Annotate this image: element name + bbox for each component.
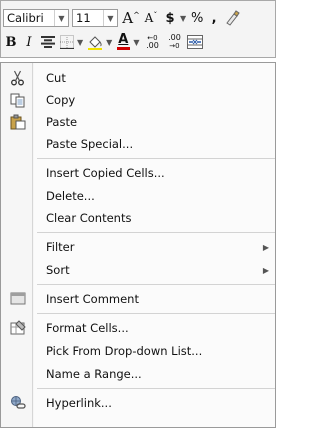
menu-item-insert-comment[interactable]: Insert Comment: [1, 288, 275, 310]
menu-item-label: Delete...: [46, 189, 95, 203]
fill-color-icon: [88, 36, 103, 50]
menu-item-sort[interactable]: Sort ▶: [1, 259, 275, 281]
menu-item-label: Paste Special...: [46, 137, 134, 151]
font-color-label: A: [118, 32, 129, 47]
font-color-swatch: [116, 47, 130, 50]
menu-separator: [37, 232, 275, 233]
copy-icon: [9, 91, 27, 109]
font-size-value: 11: [76, 11, 91, 25]
font-color-button[interactable]: A: [115, 32, 131, 52]
menu-item-label: Pick From Drop-down List...: [46, 344, 203, 358]
menu-item-label: Insert Copied Cells...: [46, 166, 165, 180]
bold-button[interactable]: B: [3, 32, 19, 52]
menu-item-filter[interactable]: Filter ▶: [1, 236, 275, 258]
grow-font-button[interactable]: A ^: [122, 8, 140, 28]
italic-button[interactable]: I: [21, 32, 37, 52]
menu-item-label: Insert Comment: [46, 292, 139, 306]
center-align-button[interactable]: [39, 32, 57, 52]
chevron-down-icon[interactable]: ▼: [77, 38, 83, 47]
format-painter-button[interactable]: [223, 8, 241, 28]
merge-center-icon: [187, 35, 204, 49]
increase-decimal-label: .00: [146, 41, 159, 50]
currency-button[interactable]: $: [162, 8, 178, 28]
menu-separator: [37, 284, 275, 285]
menu-separator: [37, 313, 275, 314]
chevron-down-icon[interactable]: ▼: [106, 38, 112, 47]
hyperlink-icon: [9, 394, 27, 412]
increase-decimal-button[interactable]: ←0 .00: [142, 32, 162, 52]
fill-color-button[interactable]: [86, 32, 104, 52]
chevron-down-icon[interactable]: ▼: [180, 14, 186, 23]
menu-item-label: Cut: [46, 71, 66, 85]
borders-icon: [60, 35, 74, 49]
chevron-right-icon: ▶: [262, 242, 269, 252]
font-size-combo[interactable]: 11 ▼: [72, 9, 118, 27]
mini-toolbar-row-1: Calibri ▼ 11 ▼ A ^ Aˇ $ ▼ % ,: [3, 7, 243, 29]
menu-item-label: Copy: [46, 93, 76, 107]
font-name-combo[interactable]: Calibri ▼: [3, 9, 69, 27]
menu-item-paste-special[interactable]: Paste Special...: [1, 133, 275, 155]
menu-item-label: Sort: [46, 263, 70, 277]
mini-toolbar: Calibri ▼ 11 ▼ A ^ Aˇ $ ▼ % , B I ▼ ▼ A …: [0, 0, 276, 58]
comment-icon: [9, 290, 27, 308]
percent-button[interactable]: %: [189, 8, 205, 28]
shrink-font-label: A: [144, 11, 154, 25]
menu-item-format-cells[interactable]: Format Cells...: [1, 317, 275, 339]
menu-item-label: Hyperlink...: [46, 396, 112, 410]
menu-separator: [37, 388, 275, 389]
format-painter-icon: [226, 10, 240, 26]
menu-item-label: Clear Contents: [46, 211, 132, 225]
comma-button[interactable]: ,: [207, 8, 221, 28]
menu-item-label: Name a Range...: [46, 367, 142, 381]
shrink-font-button[interactable]: Aˇ: [142, 8, 160, 28]
menu-item-clear-contents[interactable]: Clear Contents: [1, 207, 275, 229]
mini-toolbar-row-2: B I ▼ ▼ A ▼ ←0 .00 .00 →0: [3, 31, 206, 53]
comma-label: ,: [211, 10, 217, 26]
paste-icon: [9, 113, 27, 131]
align-center-icon: [41, 36, 55, 48]
context-menu: Cut Copy Paste Paste Special... Insert C…: [0, 62, 276, 428]
chevron-down-icon[interactable]: ▼: [54, 10, 68, 26]
menu-item-name-range[interactable]: Name a Range...: [1, 363, 275, 385]
bold-label: B: [5, 34, 17, 50]
menu-item-hyperlink[interactable]: Hyperlink...: [1, 392, 275, 414]
arrow-right-icon: →0: [169, 42, 180, 50]
format-cells-icon: [9, 319, 27, 337]
percent-label: %: [190, 10, 204, 26]
chevron-right-icon: ▶: [262, 265, 269, 275]
font-name-value: Calibri: [7, 11, 44, 25]
menu-item-label: Paste: [46, 115, 78, 129]
chevron-down-icon[interactable]: ▼: [133, 38, 139, 47]
merge-center-button[interactable]: [186, 32, 204, 52]
menu-separator: [37, 158, 275, 159]
chevron-down-icon[interactable]: ▼: [103, 10, 117, 26]
menu-item-paste[interactable]: Paste: [1, 111, 275, 133]
grow-font-label: A: [122, 9, 134, 27]
borders-button[interactable]: [59, 32, 75, 52]
scissors-icon: [9, 69, 27, 87]
menu-item-cut[interactable]: Cut: [1, 67, 275, 89]
decrease-decimal-button[interactable]: .00 →0: [164, 32, 184, 52]
currency-label: $: [165, 10, 175, 26]
menu-item-copy[interactable]: Copy: [1, 89, 275, 111]
decrease-decimal-label: .00: [168, 33, 181, 42]
menu-item-pick-from-list[interactable]: Pick From Drop-down List...: [1, 340, 275, 362]
menu-item-label: Format Cells...: [46, 321, 129, 335]
menu-item-label: Filter: [46, 240, 75, 254]
italic-label: I: [26, 34, 32, 50]
menu-item-delete[interactable]: Delete...: [1, 185, 275, 207]
menu-item-insert-copied-cells[interactable]: Insert Copied Cells...: [1, 162, 275, 184]
